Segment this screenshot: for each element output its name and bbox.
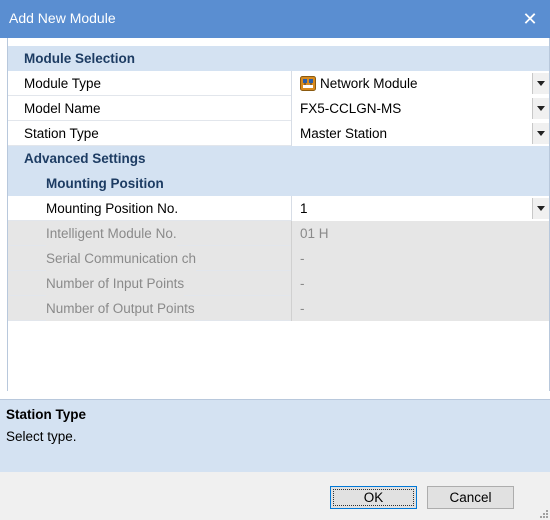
category-label: Mounting Position bbox=[46, 176, 164, 191]
property-label: Mounting Position No. bbox=[46, 201, 179, 216]
ok-button[interactable]: OK bbox=[330, 486, 417, 509]
module-type-value[interactable]: Network Module bbox=[291, 71, 549, 96]
close-icon[interactable]: ✕ bbox=[510, 0, 550, 38]
property-row-station-type[interactable]: Station Type Master Station bbox=[8, 121, 549, 146]
property-label: Serial Communication ch bbox=[46, 246, 197, 271]
property-label: Number of Input Points bbox=[46, 271, 185, 296]
description-heading: Station Type bbox=[6, 407, 87, 422]
network-module-icon bbox=[300, 74, 316, 91]
property-label: Module Type bbox=[24, 76, 102, 91]
add-new-module-dialog: Add New Module ✕ Module Selection Module… bbox=[0, 0, 550, 520]
module-type-text: Network Module bbox=[320, 76, 418, 91]
property-row-mounting-position-no[interactable]: Mounting Position No. 1 bbox=[8, 196, 549, 221]
intelligent-module-no-text: 01 H bbox=[300, 226, 329, 241]
property-row-serial-communication-ch: Serial Communication ch - bbox=[8, 246, 549, 271]
station-type-text: Master Station bbox=[300, 126, 388, 141]
window-title: Add New Module bbox=[9, 10, 116, 26]
property-label: Intelligent Module No. bbox=[46, 221, 177, 246]
input-points-value: - bbox=[291, 271, 549, 296]
property-row-model-name[interactable]: Model Name FX5-CCLGN-MS bbox=[8, 96, 549, 121]
mounting-position-no-text: 1 bbox=[300, 201, 308, 216]
property-label: Number of Output Points bbox=[46, 296, 195, 321]
serial-communication-ch-value: - bbox=[291, 246, 549, 271]
category-mounting-position[interactable]: Mounting Position bbox=[8, 171, 549, 196]
button-bar: OK Cancel bbox=[0, 472, 550, 520]
station-type-value[interactable]: Master Station bbox=[291, 121, 549, 146]
description-panel: Station Type Select type. bbox=[0, 399, 550, 472]
category-label: Advanced Settings bbox=[24, 151, 146, 166]
category-advanced-settings[interactable]: Advanced Settings bbox=[8, 146, 549, 171]
input-points-text: - bbox=[300, 276, 305, 291]
chevron-down-icon[interactable] bbox=[532, 198, 549, 219]
chevron-down-icon[interactable] bbox=[532, 73, 549, 94]
serial-communication-ch-text: - bbox=[300, 251, 305, 266]
property-row-output-points: Number of Output Points - bbox=[8, 296, 549, 321]
cancel-button[interactable]: Cancel bbox=[427, 486, 514, 509]
property-grid: Module Selection Module Type Network Mod… bbox=[7, 38, 550, 391]
output-points-value: - bbox=[291, 296, 549, 321]
description-text: Select type. bbox=[6, 429, 77, 444]
property-row-input-points: Number of Input Points - bbox=[8, 271, 549, 296]
property-label: Station Type bbox=[24, 126, 99, 141]
cancel-button-label: Cancel bbox=[449, 490, 492, 505]
category-label: Module Selection bbox=[24, 51, 136, 66]
mounting-position-no-value[interactable]: 1 bbox=[291, 196, 549, 221]
category-module-selection[interactable]: Module Selection bbox=[8, 46, 549, 71]
property-label: Model Name bbox=[24, 101, 101, 116]
property-row-intelligent-module-no: Intelligent Module No. 01 H bbox=[8, 221, 549, 246]
output-points-text: - bbox=[300, 301, 305, 316]
model-name-text: FX5-CCLGN-MS bbox=[300, 101, 402, 116]
chevron-down-icon[interactable] bbox=[532, 98, 549, 119]
intelligent-module-no-value: 01 H bbox=[291, 221, 549, 246]
resize-grip-icon[interactable] bbox=[538, 508, 548, 518]
model-name-value[interactable]: FX5-CCLGN-MS bbox=[291, 96, 549, 121]
title-bar: Add New Module ✕ bbox=[0, 0, 550, 38]
property-row-module-type[interactable]: Module Type Network Module bbox=[8, 71, 549, 96]
focus-rectangle bbox=[333, 489, 414, 506]
chevron-down-icon[interactable] bbox=[532, 123, 549, 144]
